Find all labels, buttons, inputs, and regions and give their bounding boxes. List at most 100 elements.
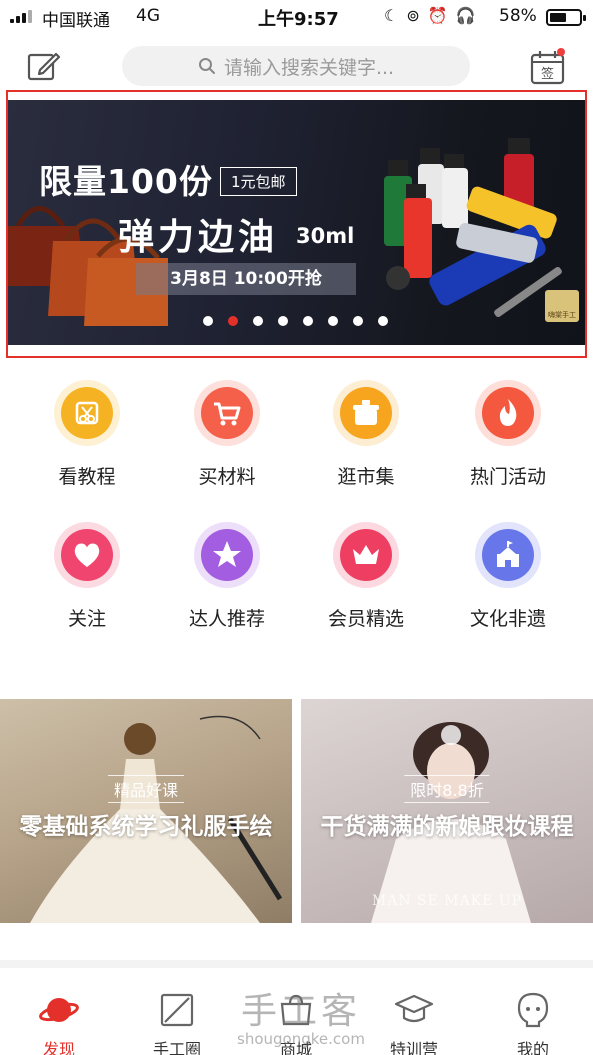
alarm-icon: ⏰ (427, 6, 448, 25)
banner-size: 30ml (296, 224, 355, 248)
site-watermark: 手工客 shougongke.com (226, 982, 376, 1048)
category-icon-ring (54, 380, 120, 446)
cart-icon (214, 402, 241, 426)
course-card[interactable]: 精品好课 零基础系统学习礼服手绘 (0, 699, 292, 923)
banner-title-2: 弹力边油 (118, 217, 279, 258)
category-item[interactable]: 达人推荐 (167, 522, 287, 631)
carousel-dot[interactable] (203, 316, 213, 326)
category-label: 热门活动 (469, 466, 546, 488)
category-item[interactable]: 看教程 (27, 380, 147, 489)
search-input[interactable]: 请输入搜索关键字... (122, 46, 470, 86)
moon-icon: ☾ (384, 6, 399, 25)
category-icon-ring (333, 380, 399, 446)
basket-icon (353, 400, 379, 425)
notification-dot (557, 48, 565, 56)
status-icons: ☾ ⊚ ⏰ 🎧 (384, 6, 476, 25)
category-item[interactable]: 热门活动 (448, 380, 568, 489)
tab-training[interactable]: 特训营 (364, 990, 464, 1055)
banner-tag: 1元包邮 (220, 167, 297, 196)
flame-icon (499, 399, 517, 426)
network-type: 4G (136, 6, 160, 26)
banner-image: 限量100份 1元包邮 弹力边油 30ml 3月8日 10:00开抢 嗨棠手工 (8, 100, 585, 345)
category-label: 看教程 (58, 466, 116, 488)
category-icon-bg (201, 387, 253, 439)
clock: 上午9:57 (258, 9, 339, 30)
course-watermark: MAN SE MAKE UP (371, 893, 523, 909)
tab-label: 特训营 (389, 1040, 438, 1055)
category-icon-bg (482, 387, 534, 439)
square-slash-icon (160, 993, 194, 1027)
sign-label: 签 (541, 66, 554, 82)
graduation-cap-icon (394, 994, 434, 1023)
face-icon (517, 992, 549, 1028)
battery-percent: 58% (499, 6, 537, 26)
carousel-dot[interactable] (378, 316, 388, 326)
category-icon-ring (54, 522, 120, 588)
category-icon-bg (61, 387, 113, 439)
category-label: 关注 (67, 608, 106, 630)
category-label: 逛市集 (337, 466, 395, 488)
watermark-en: shougongke.com (237, 1030, 365, 1048)
category-label: 文化非遗 (469, 608, 546, 630)
edit-button[interactable] (26, 50, 62, 82)
category-icon-bg (340, 529, 392, 581)
tab-label: 发现 (42, 1040, 75, 1055)
watermark-cn: 手工客 (240, 991, 361, 1032)
brand-logo: 嗨棠手工 (545, 290, 579, 322)
carousel-indicator[interactable] (203, 316, 388, 326)
category-label: 买材料 (198, 466, 256, 488)
banner-date: 3月8日 10:00开抢 (136, 263, 356, 295)
category-label: 会员精选 (327, 608, 404, 630)
signal-icon (10, 9, 32, 23)
category-icon-bg (201, 529, 253, 581)
paint-bottles-image (384, 138, 562, 318)
sign-in-button[interactable]: 签 (529, 48, 567, 86)
search-icon (198, 58, 215, 74)
status-bar: 中国联通 4G 上午9:57 ☾ ⊚ ⏰ 🎧 58% (0, 0, 593, 34)
category-item[interactable]: 关注 (27, 522, 147, 631)
course-tag: 精品好课 (107, 775, 185, 803)
category-label: 达人推荐 (188, 608, 265, 630)
carousel-dot[interactable] (328, 316, 338, 326)
course-title: 干货满满的新娘跟妆课程 (320, 814, 574, 840)
category-item[interactable]: 逛市集 (306, 380, 426, 489)
headphones-icon: 🎧 (455, 6, 476, 25)
course-tag: 限时8.8折 (404, 775, 490, 803)
carousel-dot[interactable] (353, 316, 363, 326)
category-icon-ring (475, 380, 541, 446)
heart-icon (74, 543, 100, 567)
category-item[interactable]: 文化非遗 (448, 522, 568, 631)
category-icon-ring (194, 522, 260, 588)
category-icon-bg (482, 529, 534, 581)
category-item[interactable]: 买材料 (167, 380, 287, 489)
category-icon-ring (333, 522, 399, 588)
category-icon-bg (340, 387, 392, 439)
category-icon-ring (475, 522, 541, 588)
category-item[interactable]: 会员精选 (306, 522, 426, 631)
tab-label: 手工圈 (152, 1040, 201, 1055)
course-title: 零基础系统学习礼服手绘 (19, 814, 273, 840)
carousel-dot[interactable] (253, 316, 263, 326)
category-icon-ring (194, 380, 260, 446)
scissors-icon (75, 401, 99, 425)
battery-icon (546, 9, 586, 26)
tab-mine[interactable]: 我的 (483, 990, 583, 1055)
carrier-name: 中国联通 (42, 11, 110, 31)
crown-icon (353, 545, 379, 564)
search-placeholder: 请输入搜索关键字... (223, 56, 395, 79)
planet-icon (39, 998, 79, 1022)
star-icon (213, 541, 241, 567)
category-icon-bg (61, 529, 113, 581)
carousel-dot[interactable] (278, 316, 288, 326)
edit-icon (27, 52, 61, 81)
divider (0, 960, 593, 968)
carousel-dot[interactable] (228, 316, 238, 326)
promo-banner[interactable]: 限量100份 1元包邮 弹力边油 30ml 3月8日 10:00开抢 嗨棠手工 (6, 90, 587, 358)
tab-circle[interactable]: 手工圈 (127, 990, 227, 1055)
building-icon (497, 541, 519, 567)
carousel-dot[interactable] (303, 316, 313, 326)
course-card[interactable]: 限时8.8折 干货满满的新娘跟妆课程 MAN SE MAKE UP (301, 699, 593, 923)
tab-discover[interactable]: 发现 (9, 990, 109, 1055)
rotation-lock-icon: ⊚ (406, 6, 420, 25)
tab-label: 我的 (516, 1040, 549, 1055)
